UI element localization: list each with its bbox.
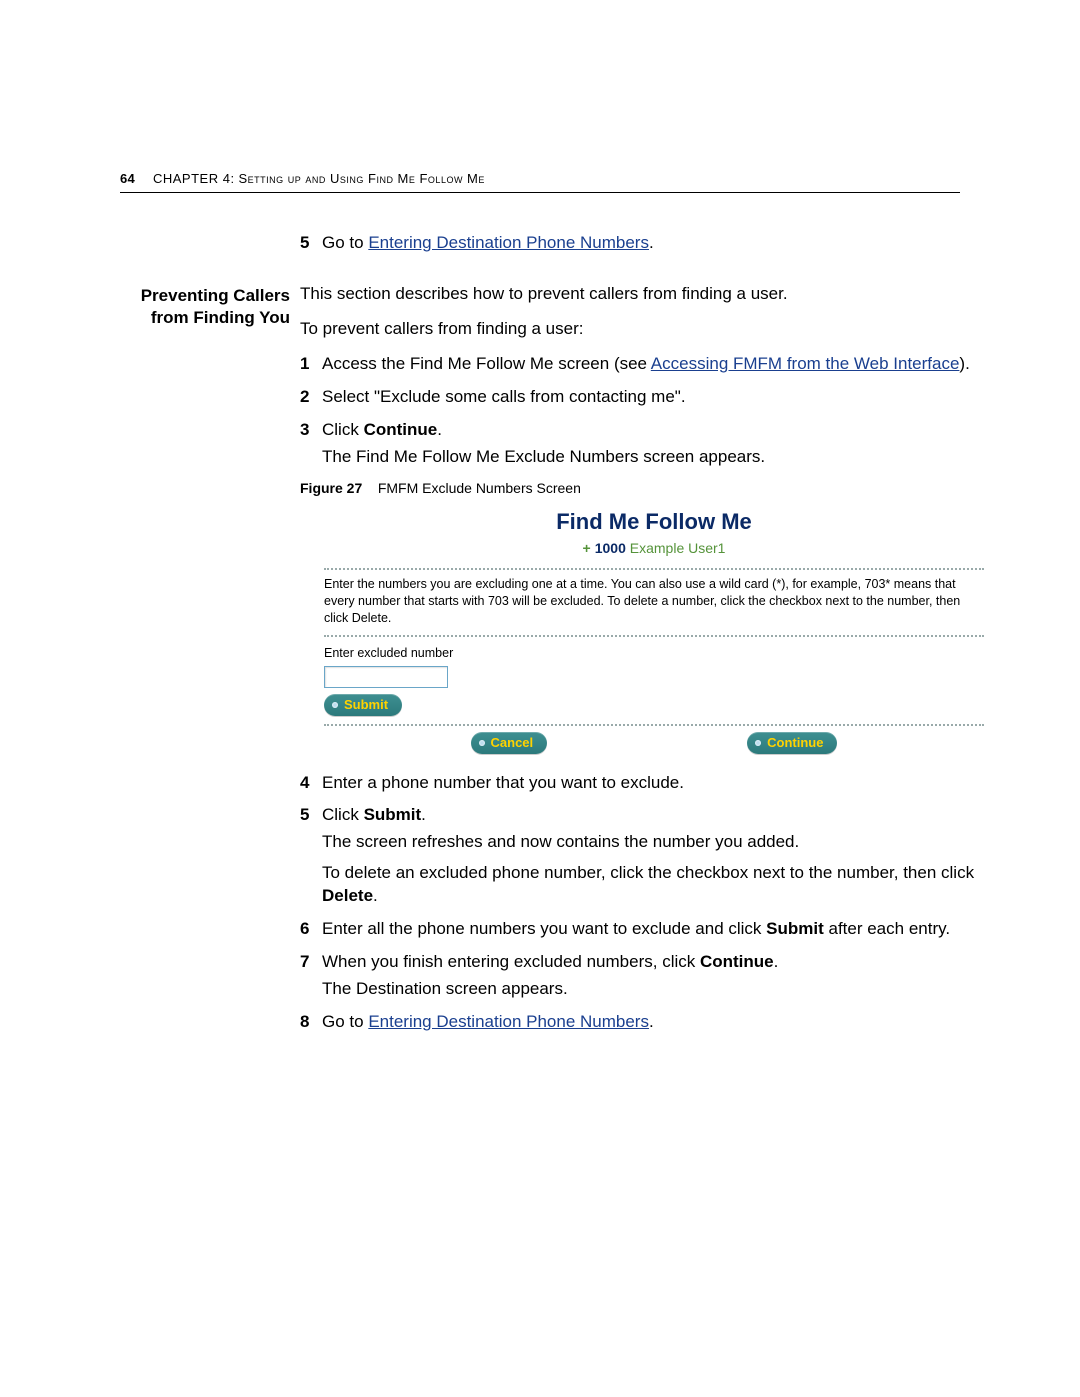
- step-3: 3 Click Continue. The Find Me Follow Me …: [300, 419, 984, 469]
- button-label: Submit: [344, 697, 388, 712]
- step-para: To delete an excluded phone number, clic…: [322, 862, 984, 908]
- step-text-tail: after each entry.: [824, 919, 950, 938]
- link-accessing-fmfm[interactable]: Accessing FMFM from the Web Interface: [651, 354, 960, 373]
- dotted-rule: [324, 568, 984, 570]
- step-number: 5: [300, 232, 309, 255]
- steps-after-figure: 4 Enter a phone number that you want to …: [300, 772, 984, 1034]
- step-para: The Find Me Follow Me Exclude Numbers sc…: [322, 446, 984, 469]
- shot-footer-buttons: Cancel Continue: [324, 732, 984, 754]
- step-text-lead: Access the Find Me Follow Me screen (see: [322, 354, 651, 373]
- bullet-icon: [479, 740, 485, 746]
- step-text-tail: .: [774, 952, 779, 971]
- shot-extension: 1000: [595, 540, 626, 556]
- button-label: Continue: [767, 735, 823, 750]
- step-2: 2 Select "Exclude some calls from contac…: [300, 386, 984, 409]
- steps-before-figure: 1 Access the Find Me Follow Me screen (s…: [300, 353, 984, 469]
- margin-heading-line2: from Finding You: [120, 307, 290, 329]
- margin-heading-line1: Preventing Callers: [120, 285, 290, 307]
- step-number: 4: [300, 772, 309, 795]
- figure-label: Figure 27: [300, 480, 362, 496]
- step-1: 1 Access the Find Me Follow Me screen (s…: [300, 353, 984, 376]
- step-text-lead: Go to: [322, 233, 368, 252]
- step-bold: Submit: [766, 919, 824, 938]
- shot-username: Example User1: [630, 540, 726, 556]
- link-entering-destination[interactable]: Entering Destination Phone Numbers: [368, 233, 649, 252]
- intro-paragraph-2: To prevent callers from finding a user:: [300, 318, 984, 341]
- step-bold: Submit: [364, 805, 422, 824]
- dotted-rule: [324, 635, 984, 637]
- chapter-title: Setting up and Using Find Me Follow Me: [238, 171, 484, 186]
- header-rule: [120, 192, 960, 193]
- link-entering-destination[interactable]: Entering Destination Phone Numbers: [368, 1012, 649, 1031]
- step-text-lead: Click: [322, 420, 364, 439]
- excluded-number-input[interactable]: [324, 666, 448, 688]
- shot-title: Find Me Follow Me: [324, 507, 984, 537]
- cancel-button[interactable]: Cancel: [471, 732, 548, 754]
- step-text-lead: When you finish entering excluded number…: [322, 952, 700, 971]
- embedded-screenshot: Find Me Follow Me +1000 Example User1 En…: [324, 507, 984, 753]
- step-number: 5: [300, 804, 309, 827]
- chapter-label: Chapter 4:: [153, 171, 235, 186]
- shot-subtitle: +1000 Example User1: [324, 539, 984, 558]
- step-para-bold: Delete: [322, 886, 373, 905]
- step-5: 5 Click Submit. The screen refreshes and…: [300, 804, 984, 908]
- page-number: 64: [120, 171, 135, 186]
- step-6: 6 Enter all the phone numbers you want t…: [300, 918, 984, 941]
- step-number: 7: [300, 951, 309, 974]
- running-header: 64 Chapter 4: Setting up and Using Find …: [120, 170, 960, 188]
- step-7: 7 When you finish entering excluded numb…: [300, 951, 984, 1001]
- intro-paragraph-1: This section describes how to prevent ca…: [300, 283, 984, 306]
- page: 64 Chapter 4: Setting up and Using Find …: [0, 0, 1080, 1397]
- step-text-tail: ).: [959, 354, 969, 373]
- step-para-lead: To delete an excluded phone number, clic…: [322, 863, 974, 882]
- step-number: 6: [300, 918, 309, 941]
- step-4: 4 Enter a phone number that you want to …: [300, 772, 984, 795]
- shot-input-label: Enter excluded number: [324, 645, 984, 662]
- plus-icon: +: [583, 540, 591, 556]
- step-text-tail: .: [649, 1012, 654, 1031]
- step-para-tail: .: [373, 886, 378, 905]
- continue-button[interactable]: Continue: [747, 732, 837, 754]
- shot-help-text: Enter the numbers you are excluding one …: [324, 576, 984, 627]
- step-8: 8 Go to Entering Destination Phone Numbe…: [300, 1011, 984, 1034]
- step-bold: Continue: [700, 952, 774, 971]
- submit-button[interactable]: Submit: [324, 694, 402, 716]
- step-text: Select "Exclude some calls from contacti…: [322, 387, 686, 406]
- step-number: 1: [300, 353, 309, 376]
- body-column: This section describes how to prevent ca…: [300, 283, 984, 1044]
- button-label: Cancel: [491, 735, 534, 750]
- content: 5 Go to Entering Destination Phone Numbe…: [120, 232, 960, 1044]
- margin-heading: Preventing Callers from Finding You: [120, 283, 290, 1044]
- figure-caption: Figure 27 FMFM Exclude Numbers Screen: [300, 479, 984, 498]
- step-text-tail: .: [421, 805, 426, 824]
- dotted-rule: [324, 724, 984, 726]
- prior-step-5: 5 Go to Entering Destination Phone Numbe…: [300, 232, 960, 255]
- bullet-icon: [332, 702, 338, 708]
- step-text-tail: .: [649, 233, 654, 252]
- step-para: The screen refreshes and now contains th…: [322, 831, 984, 854]
- step-number: 3: [300, 419, 309, 442]
- step-text-tail: .: [437, 420, 442, 439]
- step-bold: Continue: [364, 420, 438, 439]
- step-text-lead: Click: [322, 805, 364, 824]
- step-text: Enter a phone number that you want to ex…: [322, 773, 684, 792]
- figure-title: FMFM Exclude Numbers Screen: [378, 480, 581, 496]
- step-para: The Destination screen appears.: [322, 978, 984, 1001]
- step-text-lead: Enter all the phone numbers you want to …: [322, 919, 766, 938]
- step-number: 8: [300, 1011, 309, 1034]
- step-number: 2: [300, 386, 309, 409]
- step-text-lead: Go to: [322, 1012, 368, 1031]
- section-preventing-callers: Preventing Callers from Finding You This…: [120, 283, 960, 1044]
- bullet-icon: [755, 740, 761, 746]
